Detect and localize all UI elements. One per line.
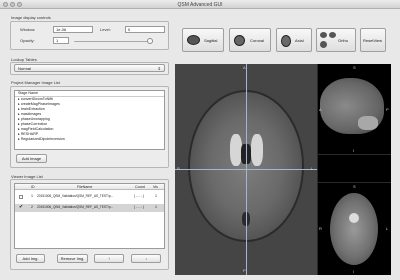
crosshair-vertical [246,64,247,275]
opacity-slider-handle[interactable] [147,38,153,44]
orientation-label-left: R [177,166,180,171]
table-row[interactable]: 1 20151006_QSM_Validation/QSM_REF_AS_TES… [15,193,164,201]
row-filename: 20151006_QSM_Validation/QSM_REF_AS_TEST/… [37,205,114,209]
orientation-label-right: L [311,166,314,171]
pipeline-item-label: convertDicomToNifti [20,97,53,101]
sagittal-label: Sagittal [204,38,218,43]
pipeline-item-label: brainExtraction [20,107,45,111]
cerebellum [358,116,378,130]
coronal-view-button[interactable]: Coronal [229,28,271,52]
ortho-label: Ortho [338,38,349,43]
sagittal-brain-icon [187,35,200,45]
reset-view-button[interactable]: ResetView [360,28,386,52]
orientation-label-top: A [243,65,246,70]
visibility-checkbox[interactable] [19,195,23,199]
opacity-input[interactable]: 1 [53,37,69,44]
axial-view-button[interactable]: Axial [276,28,312,52]
pipeline-item-label: magFieldCalculation [20,127,54,131]
row-id: 2 [31,205,33,209]
sag-label-left: A [319,107,322,112]
viewer-table[interactable]: ID FileName Coord Vis 1 20151006_QSM_Val… [14,183,165,249]
row-vis: 1 [155,194,157,198]
axial-brain-icon [281,35,291,47]
right-globus-pallidus [251,134,263,166]
coronal-brain-icon [234,35,245,46]
opacity-label: Opacity: [20,38,35,43]
move-down-button[interactable]: ↓ [131,254,161,263]
row-id: 1 [31,194,33,198]
ortho-icon-3 [320,41,327,48]
pipeline-tree[interactable]: Stage Name ▸ convertDicomToNifti ▸ create… [14,90,165,150]
level-input[interactable]: 0 [125,26,165,33]
dropdown-arrows-icon: ⇕ [157,66,161,71]
ortho-view-button[interactable]: Ortho [316,28,356,52]
sag-label-bottom: I [353,148,355,153]
col-header-coord: Coord [135,184,145,189]
axial-thumbnail-view[interactable]: S R L I [318,183,391,275]
move-up-button[interactable]: ↑ [94,254,124,263]
ax-label-left: R [319,226,322,231]
window-input[interactable]: 1e-06 [53,26,93,33]
ax-label-right: L [386,226,389,231]
pipeline-item-label: phaseCorrection [20,122,48,126]
brain-axial-thumb-slice [330,193,378,265]
add-image-button[interactable]: Add Image [16,154,47,163]
pipeline-group-title: Project Manager Image List [11,80,60,85]
sag-label-top: S [353,65,356,70]
col-header-id: ID [31,184,35,189]
orientation-label-bottom: P [243,268,246,273]
row-coord: ( - - - ) [134,194,144,198]
row-vis: 1 [155,205,157,209]
sag-label-right: P [386,107,389,112]
reset-view-label: ResetView [363,38,383,43]
sagittal-view-button[interactable]: Sagittal [182,28,224,52]
add-img-button[interactable]: Add Img. [16,254,45,263]
level-label: Level: [100,27,111,32]
lookup-selected-value: Normal [18,66,31,71]
image-display-group-title: Image display controls [11,15,51,20]
lookup-table-select[interactable]: Normal ⇕ [14,64,165,72]
pipeline-item-label: RESHARP [20,132,39,136]
row-coord: ( - - - ) [134,205,144,209]
remove-img-button[interactable]: Remove Img. [57,254,88,263]
coronal-label: Coronal [250,38,265,43]
ortho-icon-2 [329,32,336,38]
visibility-checkbox-checked[interactable]: ✔ [19,205,24,210]
pipeline-item-label: RegularizedDipoleInversion [20,137,65,141]
window-label: Window: [20,27,36,32]
table-row[interactable]: ✔ 2 20151006_QSM_Validation/QSM_REF_AS_T… [15,204,164,212]
empty-view-panel [318,155,391,182]
ax-label-bottom: I [353,269,355,274]
main-axial-view[interactable]: A R L P [175,64,317,275]
row-filename: 20151006_QSM_Validation/QSM_REF_AS_TEST/… [37,194,114,198]
pipeline-item-label: maskImages [20,112,42,116]
pipeline-item-label: createMagPhaseImages [20,102,60,106]
axial-label: Axial [295,38,304,43]
opacity-slider-track[interactable] [74,40,152,42]
col-header-vis: Vis [153,184,158,189]
window-title: QSM Advanced GUI [177,1,223,8]
pipeline-item[interactable]: ▸ RegularizedDipoleInversion [18,137,65,142]
sagittal-thumbnail-view[interactable]: S A P I [318,64,391,154]
col-header-filename: FileName [77,184,93,189]
pipeline-item-label: phaseUnwrapping [20,117,50,121]
ax-label-top: S [353,184,356,189]
ortho-icon-1 [320,32,327,38]
brainstem [349,213,359,223]
